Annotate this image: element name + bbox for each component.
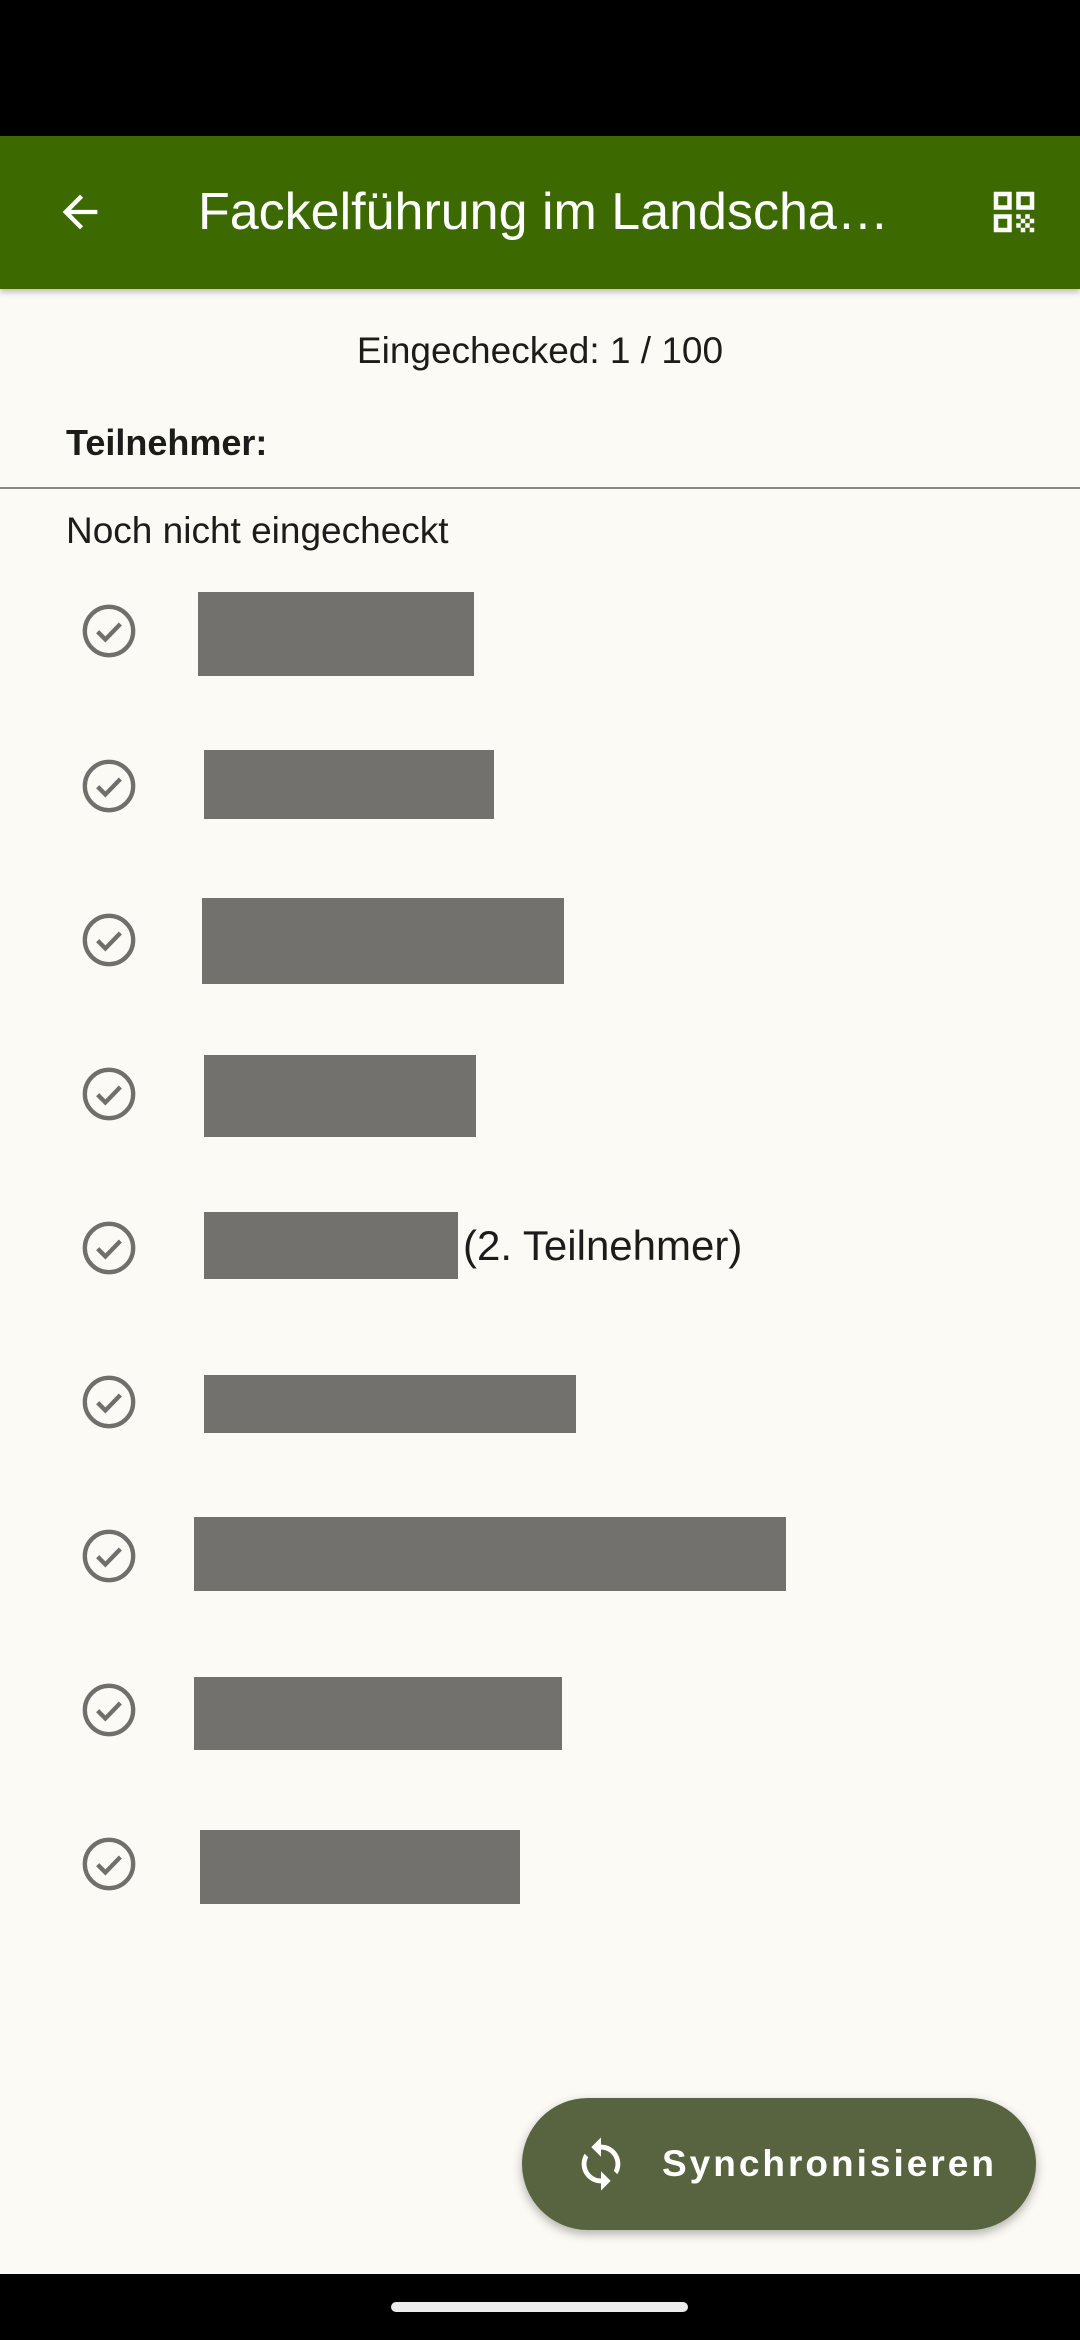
list-item[interactable]	[0, 1038, 1080, 1148]
home-gesture-handle[interactable]	[391, 2302, 688, 2312]
qr-code-icon[interactable]	[974, 172, 1054, 252]
check-circle-outline-icon[interactable]	[80, 1219, 138, 1277]
sync-button[interactable]: Synchronisieren	[522, 2098, 1036, 2230]
check-circle-outline-icon[interactable]	[80, 1065, 138, 1123]
participant-name-redacted	[204, 1055, 476, 1137]
status-bar	[0, 0, 1080, 136]
sync-button-label: Synchronisieren	[662, 2143, 997, 2184]
participant-name-redacted	[194, 1517, 786, 1591]
participant-name-redacted	[198, 592, 474, 676]
sync-icon	[581, 2137, 621, 2191]
participant-name-redacted	[204, 1375, 576, 1433]
check-circle-outline-icon[interactable]	[80, 1835, 138, 1893]
participants-heading: Teilnehmer:	[66, 422, 268, 463]
list-item[interactable]	[0, 1346, 1080, 1456]
list-item[interactable]	[0, 1808, 1080, 1918]
page-title: Fackelführung im Landschaftspark	[198, 183, 898, 241]
list-item[interactable]: (2. Teilnehmer)	[0, 1192, 1080, 1302]
checkin-counter: Eingechecked: 1 / 100	[356, 330, 724, 371]
list-item[interactable]	[0, 1654, 1080, 1764]
participant-name-redacted	[194, 1677, 562, 1750]
check-circle-outline-icon[interactable]	[80, 1681, 138, 1739]
group-label-not-checked-in: Noch nicht eingecheckt	[66, 510, 449, 551]
navigation-bar	[0, 2274, 1080, 2340]
participant-name-redacted	[204, 750, 494, 819]
check-circle-outline-icon[interactable]	[80, 602, 138, 660]
list-item[interactable]	[0, 730, 1080, 840]
list-item[interactable]	[0, 575, 1080, 685]
participant-name-redacted	[204, 1212, 458, 1279]
check-circle-outline-icon[interactable]	[80, 1527, 138, 1585]
participant-name-redacted	[202, 898, 564, 984]
participant-suffix: (2. Teilnehmer)	[463, 1222, 743, 1269]
list-item[interactable]	[0, 884, 1080, 994]
divider	[0, 487, 1080, 489]
check-circle-outline-icon[interactable]	[80, 1373, 138, 1431]
check-circle-outline-icon[interactable]	[80, 757, 138, 815]
check-circle-outline-icon[interactable]	[80, 911, 138, 969]
list-item[interactable]	[0, 1500, 1080, 1610]
app-bar: Fackelführung im Landschaftspark	[0, 136, 1080, 289]
participant-name-redacted	[200, 1830, 520, 1904]
arrow-back-icon[interactable]	[40, 172, 120, 252]
